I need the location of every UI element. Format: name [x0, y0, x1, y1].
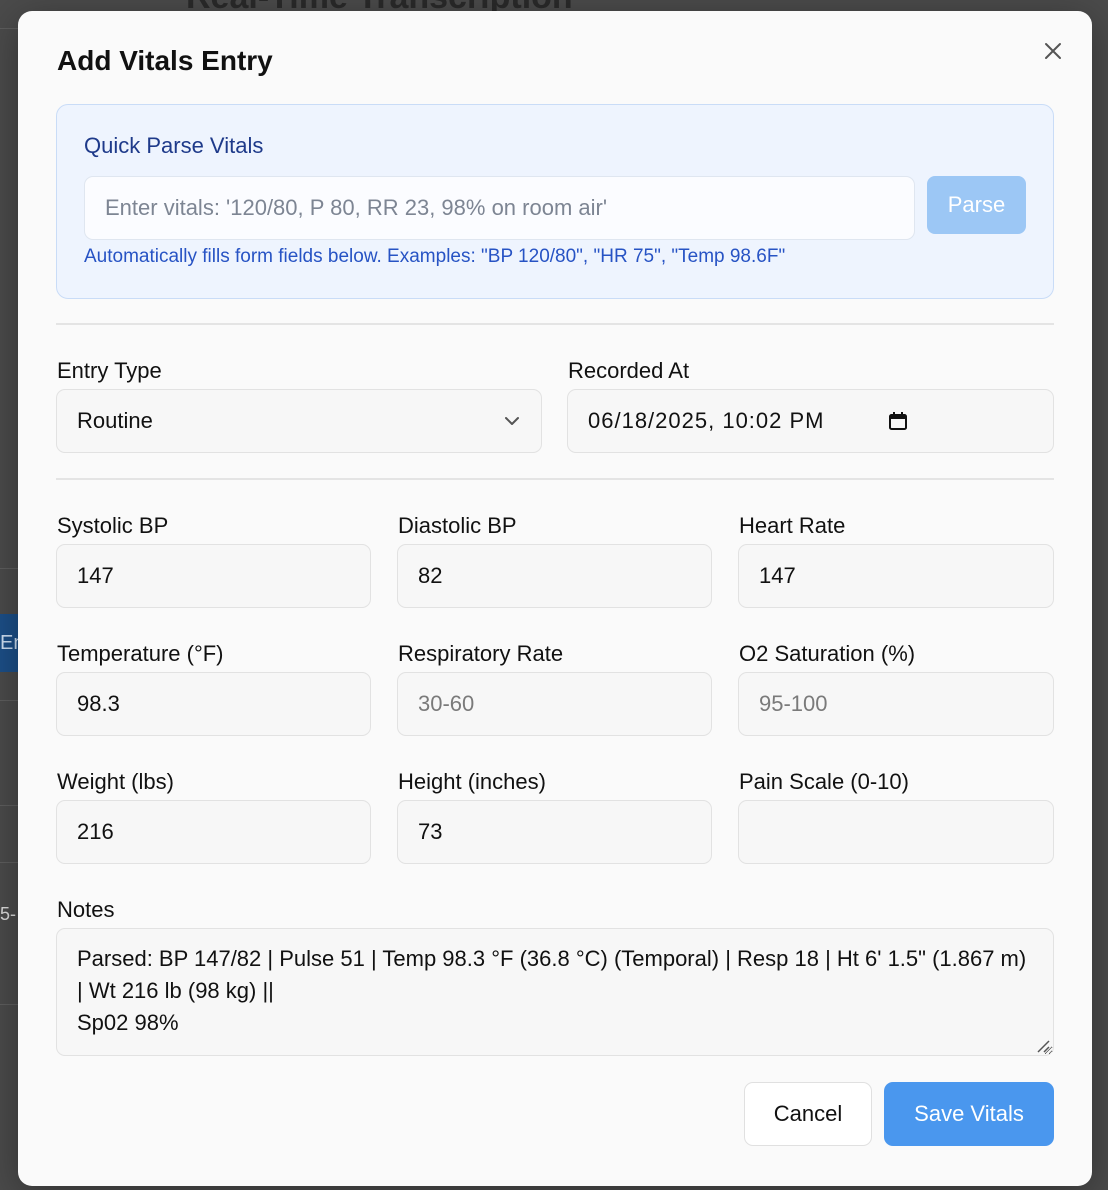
o2-saturation-label: O2 Saturation (%) — [739, 641, 916, 666]
background-divider — [0, 700, 18, 701]
section-divider — [56, 478, 1054, 480]
chevron-down-icon — [505, 417, 519, 425]
background-divider — [0, 28, 18, 29]
recorded-at-label: Recorded At — [568, 358, 690, 383]
close-button[interactable] — [1040, 38, 1066, 64]
diastolic-bp-input[interactable] — [397, 544, 712, 608]
background-divider — [0, 805, 18, 806]
recorded-at-input[interactable]: 06/18/2025, 10:02 PM — [567, 389, 1054, 453]
systolic-bp-label: Systolic BP — [57, 513, 169, 538]
add-vitals-modal: Add Vitals Entry Quick Parse Vitals Pars… — [18, 11, 1092, 1186]
heart-rate-label: Heart Rate — [739, 513, 846, 538]
quick-parse-input[interactable] — [84, 176, 915, 240]
recorded-at-value: 06/18/2025, 10:02 PM — [588, 408, 825, 433]
temperature-label: Temperature (°F) — [57, 641, 224, 666]
weight-label: Weight (lbs) — [57, 769, 174, 794]
entry-type-label: Entry Type — [57, 358, 162, 383]
respiratory-rate-label: Respiratory Rate — [398, 641, 564, 666]
height-label: Height (inches) — [398, 769, 546, 794]
resize-handle-icon[interactable] — [1034, 1037, 1050, 1053]
entry-type-value: Routine — [77, 408, 153, 433]
close-icon — [1045, 43, 1061, 59]
modal-title: Add Vitals Entry — [57, 45, 273, 76]
pain-scale-label: Pain Scale (0-10) — [739, 769, 909, 794]
height-input[interactable] — [397, 800, 712, 864]
heart-rate-input[interactable] — [738, 544, 1054, 608]
quick-parse-title: Quick Parse Vitals — [84, 133, 264, 158]
quick-parse-help-text: Automatically fills form fields below. E… — [84, 246, 786, 267]
background-divider — [0, 568, 18, 569]
quick-parse-panel: Quick Parse Vitals Parse Automatically f… — [56, 104, 1054, 299]
background-divider — [0, 862, 18, 863]
parse-button[interactable]: Parse — [927, 176, 1026, 234]
temperature-input[interactable] — [56, 672, 371, 736]
calendar-icon[interactable] — [888, 411, 908, 431]
systolic-bp-input[interactable] — [56, 544, 371, 608]
background-side-number: 5- — [0, 904, 17, 924]
weight-input[interactable] — [56, 800, 371, 864]
cancel-button[interactable]: Cancel — [744, 1082, 872, 1146]
section-divider — [56, 323, 1054, 325]
entry-type-select[interactable]: Routine — [56, 389, 542, 453]
diastolic-bp-label: Diastolic BP — [398, 513, 517, 538]
notes-label: Notes — [57, 897, 115, 922]
save-vitals-button[interactable]: Save Vitals — [884, 1082, 1054, 1146]
pain-scale-input[interactable] — [738, 800, 1054, 864]
o2-saturation-input[interactable] — [738, 672, 1054, 736]
background-divider — [0, 1004, 18, 1005]
notes-textarea[interactable]: Parsed: BP 147/82 | Pulse 51 | Temp 98.3… — [56, 928, 1054, 1056]
background-side-tab[interactable]: En — [0, 614, 18, 672]
respiratory-rate-input[interactable] — [397, 672, 712, 736]
